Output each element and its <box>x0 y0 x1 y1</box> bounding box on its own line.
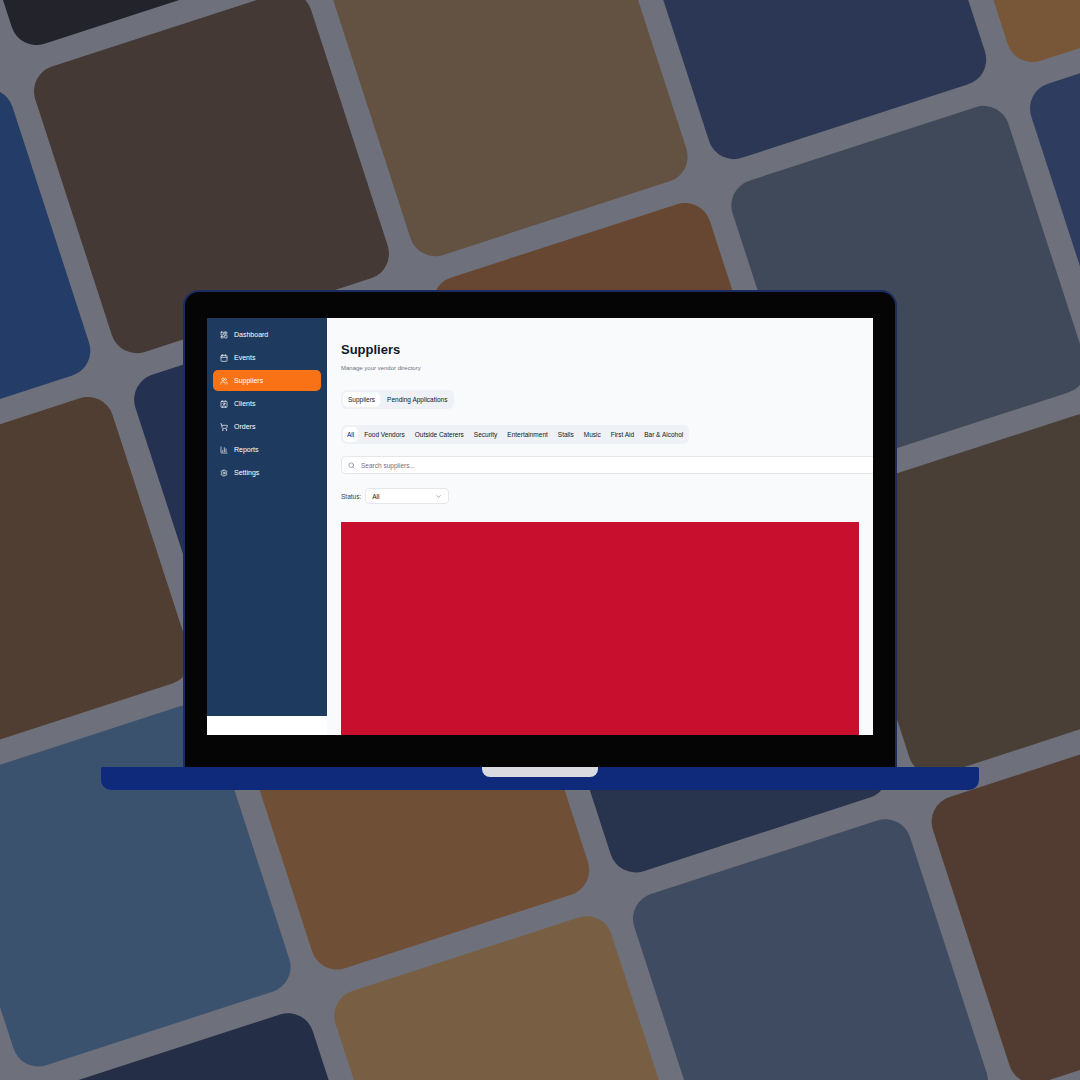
promo-graphic: DashboardEventsSuppliersClientsOrdersRep… <box>0 0 1080 1080</box>
category-filter[interactable]: Outside Caterers <box>411 427 468 442</box>
chevron-down-icon <box>435 493 442 500</box>
page-subtitle: Manage your vendor directory <box>341 365 873 371</box>
main-content: Suppliers Manage your vendor directory Sup… <box>327 318 873 735</box>
nav-icon <box>220 354 228 362</box>
sidebar-item[interactable]: Reports <box>213 439 321 460</box>
sidebar-item[interactable]: Suppliers <box>213 370 321 391</box>
status-select[interactable]: All <box>365 488 449 504</box>
sidebar-item[interactable]: Events <box>213 347 321 368</box>
search-icon <box>348 462 355 469</box>
category-filter[interactable]: Entertainment <box>503 427 551 442</box>
nav-icon <box>220 400 228 408</box>
status-label: Status: <box>341 493 361 500</box>
sidebar: DashboardEventsSuppliersClientsOrdersRep… <box>207 318 327 716</box>
laptop-notch <box>482 767 598 777</box>
category-filter[interactable]: First Aid <box>607 427 638 442</box>
app-window: DashboardEventsSuppliersClientsOrdersRep… <box>207 318 873 735</box>
nav-icon <box>220 446 228 454</box>
category-filter[interactable]: Music <box>580 427 605 442</box>
laptop-base <box>101 767 979 790</box>
sidebar-item[interactable]: Clients <box>213 393 321 414</box>
search-field[interactable]: Search suppliers... <box>341 456 873 474</box>
nav-icon <box>220 331 228 339</box>
sidebar-item[interactable]: Dashboard <box>213 324 321 345</box>
laptop: DashboardEventsSuppliersClientsOrdersRep… <box>0 0 1080 1080</box>
nav-icon <box>220 377 228 385</box>
page-title: Suppliers <box>341 342 873 357</box>
category-filter[interactable]: All <box>343 427 358 442</box>
tab[interactable]: Suppliers <box>343 392 380 407</box>
laptop-screen-bezel: DashboardEventsSuppliersClientsOrdersRep… <box>183 290 897 767</box>
nav-icon <box>220 423 228 431</box>
tab[interactable]: Pending Applications <box>382 392 452 407</box>
category-filter[interactable]: Bar & Alcohol <box>640 427 687 442</box>
category-filter[interactable]: Stalls <box>554 427 578 442</box>
category-filter[interactable]: Food Vendors <box>360 427 408 442</box>
category-filter[interactable]: Security <box>470 427 501 442</box>
status-filter: Status: All <box>341 488 873 504</box>
nav-icon <box>220 469 228 477</box>
sidebar-item[interactable]: Settings <box>213 462 321 483</box>
redacted-block <box>341 522 859 735</box>
tab-bar: SuppliersPending Applications <box>341 390 454 409</box>
sidebar-item[interactable]: Orders <box>213 416 321 437</box>
category-filter-bar: AllFood VendorsOutside CaterersSecurityE… <box>341 425 689 444</box>
